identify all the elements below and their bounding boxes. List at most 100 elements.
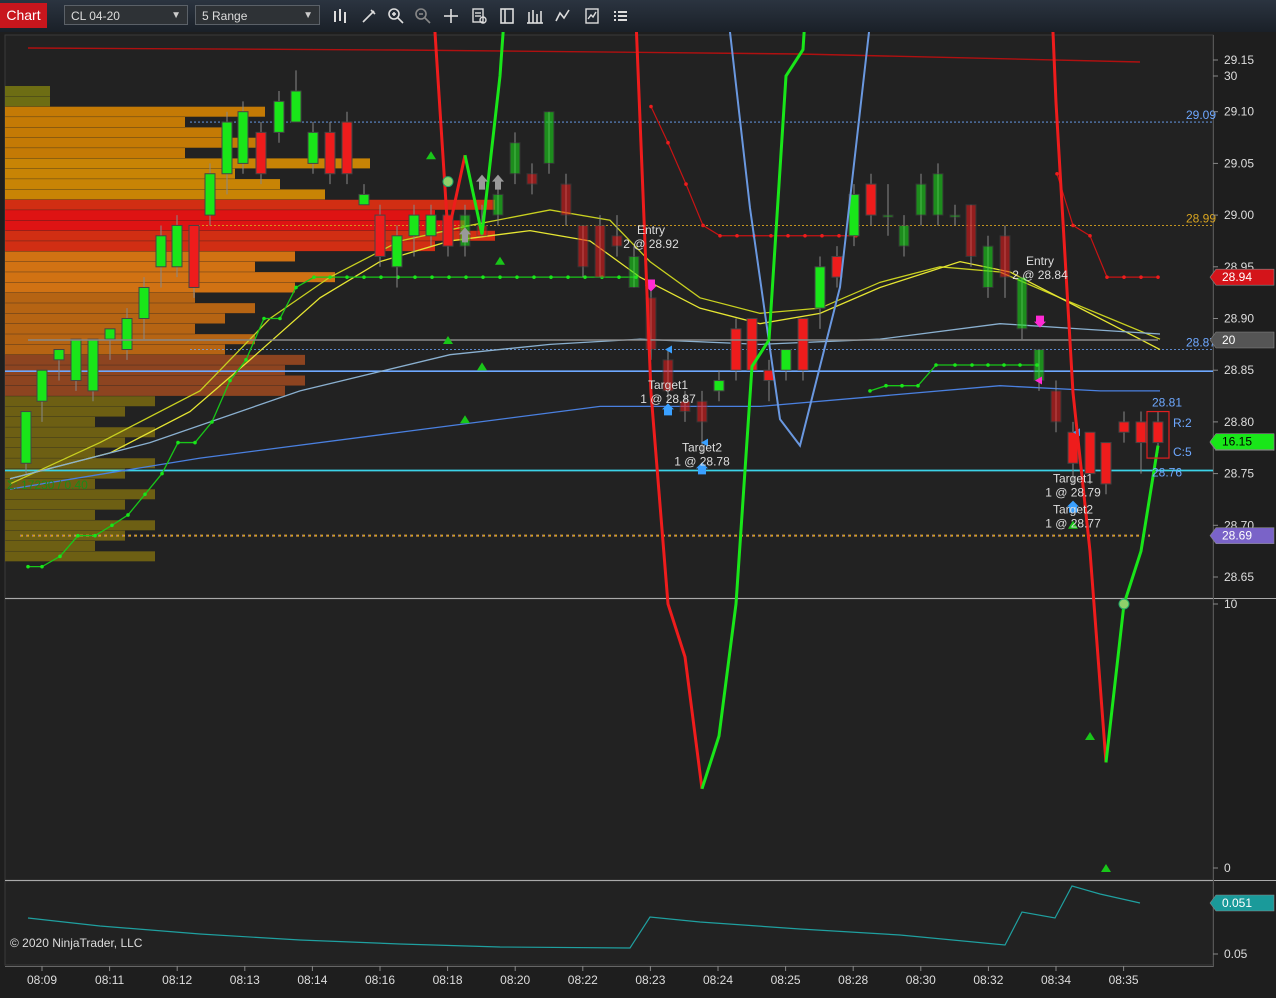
candle-body [155,235,167,268]
time-tick-label: 08:22 [568,973,598,987]
period-value: 5 Range [202,9,248,23]
instrument-dropdown[interactable]: CL 04-20 ▼ [64,5,188,25]
more-menu-icon[interactable] [611,7,629,25]
trailing-stop-dot [515,275,519,279]
trailing-stop-dot [228,378,232,383]
trailing-stop-dot [735,233,739,238]
candle-body [53,349,65,361]
time-tick-label: 08:24 [703,973,733,987]
candle-body [188,224,200,288]
trailing-stop-dot [464,275,468,279]
candle-body [1016,276,1028,330]
vol-tick-label: 0.05 [1224,947,1248,961]
osc-tick-label: 0 [1224,861,1231,875]
properties-icon[interactable] [470,7,488,25]
price-tick-label: 29.00 [1224,208,1254,222]
trailing-stop-dot [413,275,417,279]
chart-tab[interactable]: Chart [0,3,47,28]
candle-body [982,245,994,288]
crosshair-icon[interactable] [442,7,460,25]
price-tag: 28.94 [1209,268,1275,286]
pencil-icon[interactable] [360,7,378,25]
range-box-r: R:2 [1173,416,1192,430]
time-tick-label: 08:13 [230,973,260,987]
volume-profile-row [5,509,95,520]
instrument-value: CL 04-20 [71,9,120,23]
volume-profile-row [5,354,305,365]
trailing-stop-dot [1122,275,1126,279]
volatility-panel-bg[interactable] [4,880,1214,966]
price-tag-text: 28.69 [1222,529,1252,543]
trailing-stop-dot [666,140,670,145]
price-tick-label: 28.90 [1224,312,1254,326]
time-tick-label: 08:23 [635,973,665,987]
trailing-stop-dot [970,363,974,367]
candle-body [87,338,99,392]
trailing-stop-dot [110,523,114,528]
price-tick-label: 28.85 [1224,363,1254,377]
trailing-stop-dot [328,275,332,279]
trailing-stop-dot [1002,363,1006,367]
candle-body [121,318,133,351]
trailing-stop-dot [583,275,587,279]
candle-body [628,255,640,288]
time-tick-label: 08:34 [1041,973,1071,987]
trailing-stop-dot [244,358,248,362]
trailing-stop-dot [684,182,688,186]
candle-body [20,411,32,464]
annotation-title: Target1 [648,378,688,392]
chart-area[interactable]: 29.09 28.99 28.87 29.15 29.10 29.05 29.00 28.9… [0,32,1276,998]
volume-profile-row [5,551,155,562]
candle-body [814,266,826,309]
price-tag-text: 28.94 [1222,270,1252,284]
volume-profile-row [5,261,255,272]
time-tick-label: 08:20 [500,973,530,987]
zoom-in-icon[interactable] [387,7,405,25]
data-box-icon[interactable] [498,7,516,25]
oscillator-panel[interactable] [4,598,1214,881]
price-tick-label: 28.75 [1224,467,1254,481]
annotation-detail: 1 @ 28.79 [1045,485,1101,499]
candle-body [1050,390,1062,423]
profile-stats: Σ: 17230 / 0.40 [7,478,88,492]
trailing-stop-dot [916,383,920,388]
candle-body [36,369,48,402]
range-box-high: 28.81 [1152,396,1182,410]
trade-annotation: Target11 @ 28.87 [640,378,696,406]
annotation-detail: 2 @ 28.92 [623,237,679,251]
candle-body [730,328,742,371]
volume-profile-row [5,241,435,252]
candle-body [949,214,961,218]
chart-canvas[interactable]: 29.0928.9928.87 29.1529.1029.0529.0028.9… [0,32,1276,998]
period-dropdown[interactable]: 5 Range ▼ [195,5,320,25]
trailing-stop-dot [126,513,130,517]
zoom-out-icon[interactable] [414,7,432,25]
candle [341,111,353,185]
strategies-icon[interactable] [554,7,572,25]
annotation-detail: 1 @ 28.78 [674,454,730,468]
copyright-text: © 2020 NinjaTrader, LLC [10,936,143,950]
trailing-stop-dot [362,275,366,279]
volume-profile-row [5,127,225,138]
annotation-detail: 1 @ 28.77 [1045,516,1101,530]
volume-profile-row [5,86,50,97]
candle-body [221,121,233,175]
candle-body [594,224,606,278]
bar-type-icon[interactable] [332,7,350,25]
trailing-stop-dot [718,233,722,238]
templates-icon[interactable] [583,7,601,25]
trailing-stop-dot [1156,275,1160,279]
indicators-icon[interactable] [526,7,544,25]
candle-body [577,224,589,268]
time-tick-label: 08:25 [771,973,801,987]
trailing-stop-dot [884,383,888,388]
price-tick-label: 29.15 [1224,53,1254,67]
candle-body [797,318,809,371]
osc-tag: 16.15 [1209,433,1275,450]
trailing-stop-dot [1055,171,1059,176]
trailing-stop-dot [900,383,904,388]
trailing-stop-dot [549,275,553,279]
osc-tag-bg [1209,331,1275,349]
candle-body [273,100,285,133]
trailing-stop-dot [837,233,841,238]
